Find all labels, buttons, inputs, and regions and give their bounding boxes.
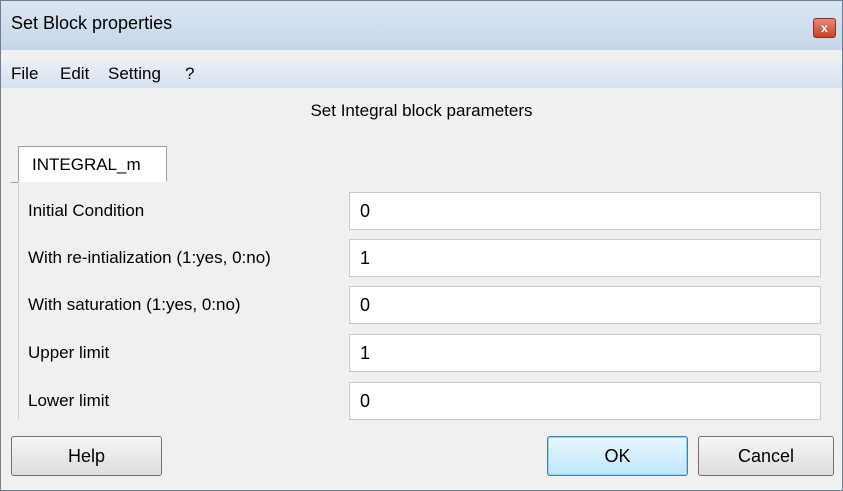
saturation-input[interactable]: 0: [349, 286, 821, 324]
ok-button[interactable]: OK: [547, 436, 688, 476]
reinitialization-input[interactable]: 1: [349, 239, 821, 277]
param-label-upper-limit: Upper limit: [28, 343, 110, 362]
param-label-reinitialization: With re-intialization (1:yes, 0:no): [28, 248, 271, 267]
title-bar: Set Block properties x: [1, 1, 842, 50]
cancel-button[interactable]: Cancel: [698, 436, 834, 476]
help-button[interactable]: Help: [11, 436, 162, 476]
dialog-window: Set Block properties x File Edit Setting…: [0, 0, 843, 491]
tab-label: INTEGRAL_m: [32, 155, 141, 174]
tab-integral-m[interactable]: INTEGRAL_m: [18, 146, 167, 182]
lower-limit-input[interactable]: 0: [349, 382, 821, 420]
menu-edit[interactable]: Edit: [60, 64, 89, 84]
menu-help[interactable]: ?: [185, 64, 194, 84]
param-label-lower-limit: Lower limit: [28, 391, 110, 410]
close-icon[interactable]: x: [813, 18, 836, 38]
param-label-saturation: With saturation (1:yes, 0:no): [28, 295, 241, 314]
menu-setting[interactable]: Setting: [108, 64, 161, 84]
param-label-initial-condition: Initial Condition: [28, 201, 145, 220]
upper-limit-input[interactable]: 1: [349, 334, 821, 372]
dialog-heading: Set Integral block parameters: [310, 101, 533, 120]
window-title: Set Block properties: [11, 13, 173, 33]
menu-file[interactable]: File: [11, 64, 38, 84]
menu-bar: File Edit Setting ?: [1, 62, 842, 88]
initial-condition-input[interactable]: 0: [349, 192, 821, 230]
